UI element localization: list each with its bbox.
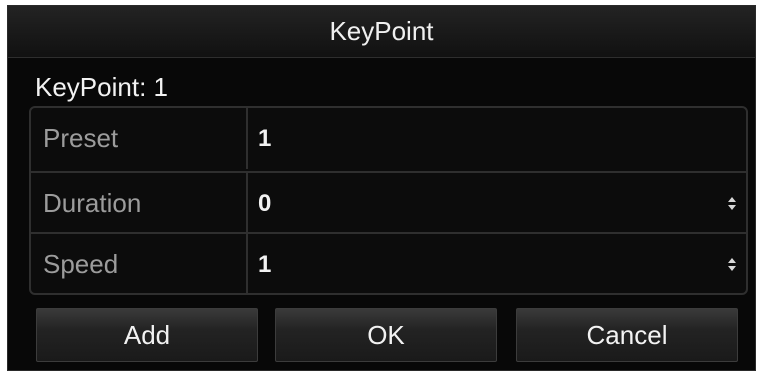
duration-value[interactable]: 0 bbox=[258, 190, 271, 218]
keypoint-number-label: KeyPoint: 1 bbox=[35, 72, 168, 102]
preset-field[interactable]: 1 bbox=[248, 108, 746, 169]
preset-row: Preset 1 bbox=[31, 108, 746, 169]
cancel-button[interactable]: Cancel bbox=[516, 308, 738, 362]
speed-spinner-icon[interactable] bbox=[727, 256, 737, 274]
speed-value[interactable]: 1 bbox=[258, 251, 271, 279]
duration-spinner-icon[interactable] bbox=[727, 195, 737, 213]
speed-row: Speed 1 bbox=[31, 232, 746, 295]
duration-field[interactable]: 0 bbox=[248, 173, 746, 234]
duration-label: Duration bbox=[31, 173, 248, 234]
preset-value[interactable]: 1 bbox=[258, 125, 271, 153]
dialog-title: KeyPoint bbox=[8, 6, 755, 58]
duration-row: Duration 0 bbox=[31, 171, 746, 234]
spinner-up-icon[interactable] bbox=[728, 197, 736, 202]
speed-label: Speed bbox=[31, 234, 248, 295]
spinner-down-icon[interactable] bbox=[728, 266, 736, 271]
spinner-down-icon[interactable] bbox=[728, 205, 736, 210]
keypoint-settings-grid: Preset 1 Duration 0 Speed 1 bbox=[29, 106, 748, 295]
add-button[interactable]: Add bbox=[36, 308, 258, 362]
keypoint-dialog: KeyPoint KeyPoint: 1 Preset 1 Duration 0… bbox=[7, 5, 756, 371]
ok-button[interactable]: OK bbox=[275, 308, 497, 362]
spinner-up-icon[interactable] bbox=[728, 258, 736, 263]
speed-field[interactable]: 1 bbox=[248, 234, 746, 295]
preset-label: Preset bbox=[31, 108, 248, 169]
